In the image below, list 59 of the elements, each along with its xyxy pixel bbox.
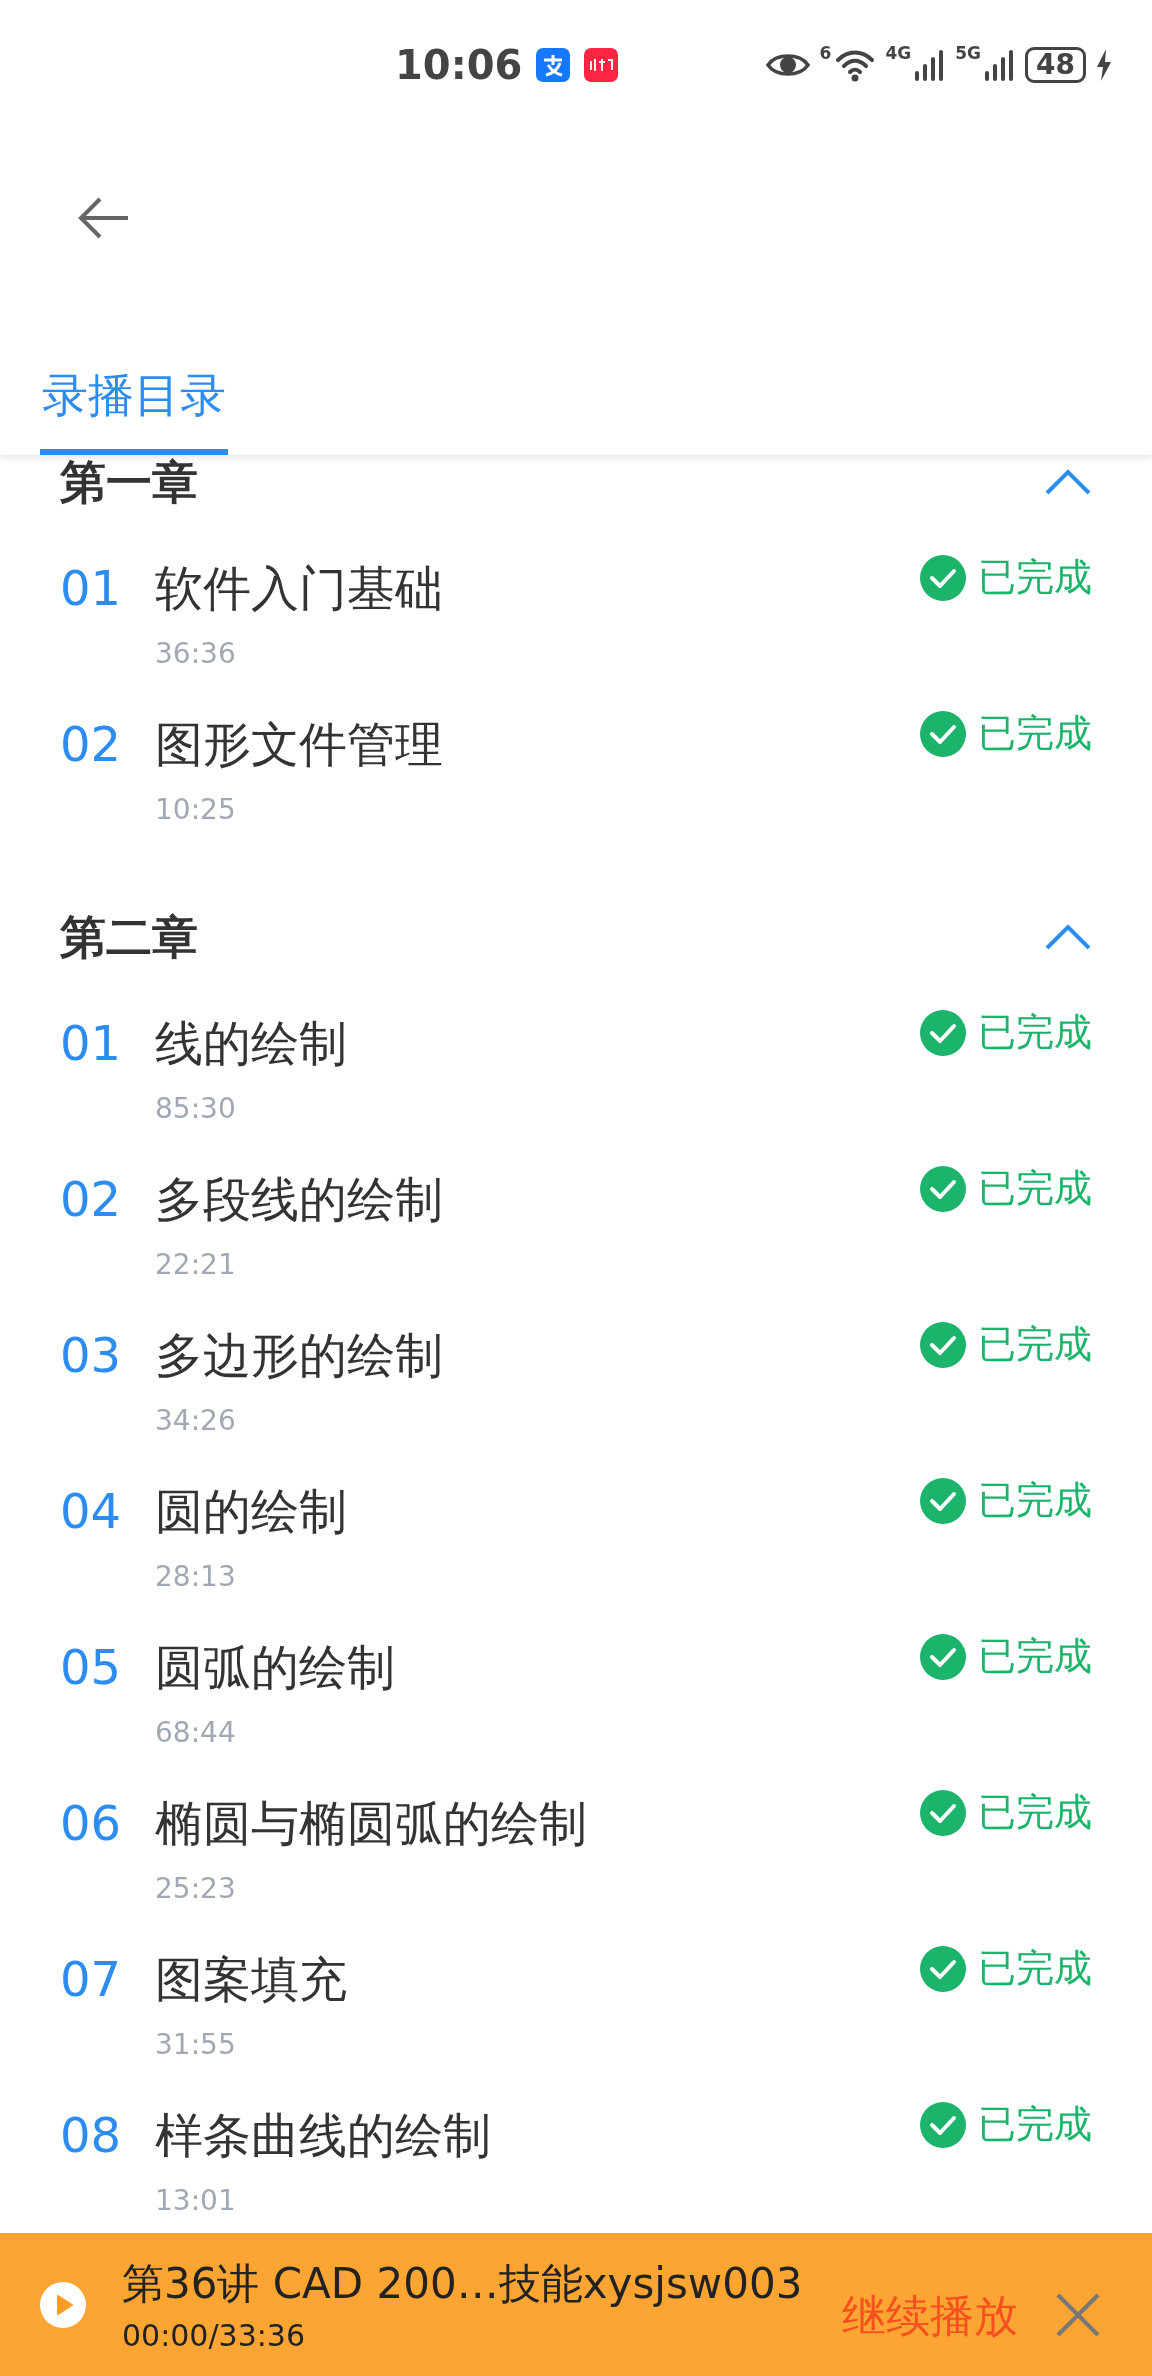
- player-title: 第36讲 CAD 200…技能xysjsw003: [122, 2258, 803, 2310]
- lesson-title[interactable]: 图案填充: [155, 1949, 920, 2009]
- lesson-status: 已完成: [978, 1321, 1092, 1368]
- player-time: 00:00/33:36: [122, 2318, 307, 2353]
- charging-icon: [1096, 49, 1112, 81]
- play-icon[interactable]: [40, 2281, 86, 2328]
- signal-icon: [915, 49, 946, 81]
- lesson-duration: 34:26: [155, 1403, 237, 1439]
- wifi-icon: [835, 48, 876, 82]
- lesson-status: 已完成: [978, 1633, 1092, 1680]
- lesson-number: 06: [60, 1794, 123, 1853]
- lesson-title[interactable]: 样条曲线的绘制: [155, 2105, 920, 2165]
- lesson-number: 02: [60, 1170, 123, 1229]
- lesson-status: 已完成: [978, 710, 1092, 757]
- network-label: 5G: [955, 43, 982, 63]
- battery-level: 48: [1025, 47, 1086, 83]
- notes-app-icon: [584, 48, 619, 82]
- lesson-title[interactable]: 软件入门基础: [155, 558, 920, 618]
- lesson-number: 07: [60, 1950, 123, 2009]
- lesson-title[interactable]: 多段线的绘制: [155, 1169, 920, 1229]
- lesson-status: 已完成: [978, 2101, 1092, 2148]
- lesson-number: 08: [60, 2106, 123, 2165]
- lesson-title[interactable]: 线的绘制: [155, 1013, 920, 1073]
- lesson-duration: 10:25: [155, 792, 237, 828]
- chevron-up-icon[interactable]: [1044, 468, 1092, 496]
- lesson-number: 05: [60, 1638, 123, 1697]
- lesson-number: 03: [60, 1326, 123, 1385]
- network-label: 4G: [885, 43, 912, 63]
- lesson-duration: 25:23: [155, 1871, 237, 1907]
- lesson-duration: 85:30: [155, 1091, 237, 1127]
- lesson-title[interactable]: 圆的绘制: [155, 1481, 920, 1541]
- lesson-status: 已完成: [978, 1945, 1092, 1992]
- lesson-duration: 13:01: [155, 2183, 237, 2219]
- wallet-app-icon: [536, 48, 571, 82]
- lesson-number: 01: [60, 559, 123, 618]
- lesson-status: 已完成: [978, 1789, 1092, 1836]
- lesson-status: 已完成: [978, 1165, 1092, 1212]
- lesson-duration: 28:13: [155, 1559, 237, 1595]
- lesson-duration: 68:44: [155, 1715, 237, 1751]
- lesson-duration: 36:36: [155, 636, 237, 672]
- lesson-title[interactable]: 圆弧的绘制: [155, 1637, 920, 1697]
- lesson-status: 已完成: [978, 1477, 1092, 1524]
- signal-icon: [985, 49, 1016, 81]
- wifi-label: 6: [819, 43, 832, 63]
- lesson-title[interactable]: 图形文件管理: [155, 714, 920, 774]
- chapter-title: 第二章: [60, 910, 198, 964]
- lesson-number: 02: [60, 715, 123, 774]
- lesson-number: 04: [60, 1482, 123, 1541]
- lesson-title[interactable]: 多边形的绘制: [155, 1325, 920, 1385]
- lesson-title[interactable]: 椭圆与椭圆弧的绘制: [155, 1793, 920, 1853]
- lesson-number: 01: [60, 1014, 123, 1073]
- lesson-status: 已完成: [978, 554, 1092, 601]
- lesson-duration: 22:21: [155, 1247, 237, 1283]
- back-icon[interactable]: [78, 195, 130, 240]
- lesson-duration: 31:55: [155, 2027, 237, 2063]
- chapter-title: 第一章: [60, 455, 198, 509]
- lesson-status: 已完成: [978, 1009, 1092, 1056]
- status-time: 10:06: [395, 42, 523, 88]
- chevron-up-icon[interactable]: [1044, 923, 1092, 951]
